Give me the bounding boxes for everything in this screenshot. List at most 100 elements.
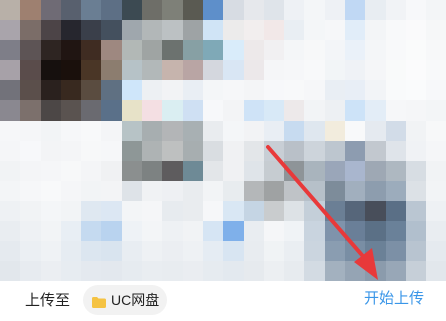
mosaic-cell: [0, 20, 21, 41]
mosaic-cell: [101, 0, 122, 21]
mosaic-cell: [121, 261, 143, 281]
mosaic-cell: [121, 40, 143, 61]
mosaic-cell: [101, 140, 122, 161]
mosaic-cell: [405, 221, 427, 242]
mosaic-cell: [223, 160, 244, 181]
mosaic-cell: [304, 160, 325, 181]
mosaic-cell: [426, 40, 446, 61]
mosaic-cell: [426, 0, 446, 21]
mosaic-cell: [345, 100, 366, 121]
mosaic-cell: [405, 140, 427, 161]
mosaic-cell: [162, 80, 183, 101]
mosaic-cell: [202, 160, 224, 181]
mosaic-cell: [263, 60, 285, 81]
mosaic-cell: [40, 60, 61, 81]
mosaic-cell: [162, 180, 183, 201]
mosaic-cell: [142, 160, 163, 181]
mosaic-cell: [40, 200, 61, 222]
mosaic-cell: [284, 160, 305, 181]
mosaic-cell: [385, 241, 406, 262]
mosaic-cell: [182, 100, 203, 121]
mosaic-cell: [223, 40, 244, 61]
mosaic-cell: [202, 140, 224, 161]
mosaic-cell: [142, 221, 163, 242]
mosaic-cell: [121, 160, 143, 181]
mosaic-cell: [142, 60, 163, 81]
mosaic-cell: [202, 100, 224, 121]
mosaic-cell: [20, 200, 41, 222]
mosaic-cell: [365, 160, 386, 181]
mosaic-cell: [243, 60, 264, 81]
mosaic-cell: [81, 40, 102, 61]
mosaic-cell: [101, 160, 122, 181]
mosaic-cell: [385, 200, 406, 222]
mosaic-cell: [243, 0, 264, 21]
mosaic-cell: [101, 40, 122, 61]
mosaic-cell: [40, 140, 61, 161]
mosaic-cell: [365, 140, 386, 161]
mosaic-cell: [101, 200, 122, 222]
mosaic-cell: [0, 160, 21, 181]
mosaic-cell: [263, 20, 285, 41]
mosaic-cell: [304, 20, 325, 41]
mosaic-cell: [81, 200, 102, 222]
mosaic-cell: [385, 80, 406, 101]
mosaic-cell: [20, 80, 41, 101]
mosaic-cell: [162, 200, 183, 222]
mosaic-cell: [426, 120, 446, 141]
mosaic-cell: [81, 221, 102, 242]
folder-icon: [92, 295, 106, 308]
mosaic-cell: [60, 20, 82, 41]
mosaic-cell: [243, 160, 264, 181]
mosaic-cell: [304, 180, 325, 201]
mosaic-cell: [284, 100, 305, 121]
mosaic-cell: [324, 80, 346, 101]
upload-to-label: 上传至: [25, 292, 71, 309]
mosaic-cell: [345, 120, 366, 141]
mosaic-cell: [426, 20, 446, 41]
mosaic-cell: [324, 241, 346, 262]
mosaic-cell: [81, 140, 102, 161]
mosaic-cell: [182, 140, 203, 161]
mosaic-cell: [263, 0, 285, 21]
mosaic-cell: [121, 20, 143, 41]
mosaic-cell: [60, 140, 82, 161]
mosaic-cell: [385, 221, 406, 242]
mosaic-cell: [243, 20, 264, 41]
destination-chip[interactable]: UC网盘: [83, 285, 167, 315]
mosaic-cell: [162, 221, 183, 242]
mosaic-cell: [365, 0, 386, 21]
mosaic-cell: [385, 180, 406, 201]
mosaic-cell: [142, 0, 163, 21]
mosaic-cell: [182, 241, 203, 262]
mosaic-cell: [20, 20, 41, 41]
mosaic-cell: [223, 20, 244, 41]
mosaic-cell: [40, 221, 61, 242]
mosaic-cell: [60, 60, 82, 81]
mosaic-cell: [304, 40, 325, 61]
mosaic-cell: [405, 180, 427, 201]
mosaic-cell: [20, 241, 41, 262]
mosaic-cell: [81, 0, 102, 21]
mosaic-cell: [182, 261, 203, 281]
mosaic-cell: [0, 80, 21, 101]
mosaic-cell: [223, 120, 244, 141]
mosaic-cell: [162, 140, 183, 161]
mosaic-cell: [263, 40, 285, 61]
mosaic-cell: [324, 261, 346, 281]
mosaic-cell: [263, 200, 285, 222]
upload-bottom-bar: 上传至 UC网盘 开始上传: [0, 281, 446, 321]
mosaic-cell: [101, 221, 122, 242]
mosaic-cell: [20, 180, 41, 201]
start-upload-button[interactable]: 开始上传: [364, 289, 424, 309]
mosaic-cell: [243, 241, 264, 262]
mosaic-cell: [162, 160, 183, 181]
mosaic-cell: [60, 80, 82, 101]
mosaic-cell: [405, 120, 427, 141]
mosaic-cell: [365, 180, 386, 201]
mosaic-cell: [243, 120, 264, 141]
mosaic-cell: [263, 100, 285, 121]
mosaic-cell: [365, 80, 386, 101]
mosaic-cell: [142, 80, 163, 101]
mosaic-cell: [182, 0, 203, 21]
